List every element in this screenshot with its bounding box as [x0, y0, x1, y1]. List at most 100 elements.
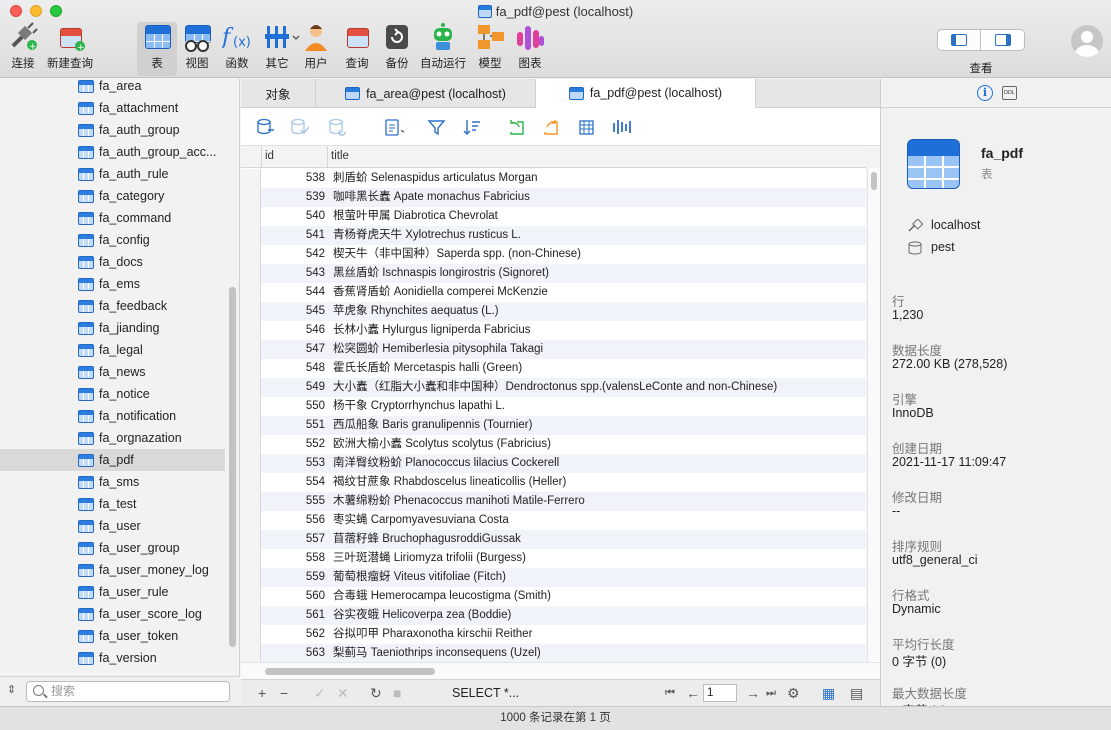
table-row[interactable]: 551 西瓜船象 Baris granulipennis (Tournier) [241, 416, 866, 435]
row-selector[interactable] [241, 397, 261, 416]
sidebar-table-item[interactable]: fa_test [0, 493, 225, 515]
sidebar-table-item[interactable]: fa_legal [0, 339, 225, 361]
table-row[interactable]: 540 根萤叶甲属 Diabrotica Chevrolat [241, 207, 866, 226]
info-icon[interactable]: i [977, 85, 993, 101]
rollback-icon[interactable] [328, 118, 348, 136]
cell-id[interactable]: 558 [261, 549, 327, 568]
next-page-button[interactable]: → [746, 685, 760, 701]
cell-id[interactable]: 543 [261, 264, 327, 283]
table-row[interactable]: 560 合毒蛾 Hemerocampa leucostigma (Smith) [241, 587, 866, 606]
cell-title[interactable]: 苹虎象 Rhynchites aequatus (L.) [333, 302, 499, 321]
cell-id[interactable]: 538 [261, 169, 327, 188]
cell-id[interactable]: 546 [261, 321, 327, 340]
cell-title[interactable]: 谷拟叩甲 Pharaxonotha kirschii Reither [333, 625, 532, 644]
cell-title[interactable]: 西瓜船象 Baris granulipennis (Tournier) [333, 416, 532, 435]
stop-icon[interactable]: ■ [393, 685, 401, 701]
toolbar-function-button[interactable]: f (x) 函数 [220, 22, 254, 76]
table-row[interactable]: 547 松突圆蚧 Hemiberlesia pitysophila Takagi [241, 340, 866, 359]
table-row[interactable]: 563 梨蓟马 Taeniothrips inconsequens (Uzel) [241, 644, 866, 662]
cell-title[interactable]: 霍氏长盾蚧 Mercetaspis halli (Green) [333, 359, 522, 378]
table-row[interactable]: 549 大小蠹（红脂大小蠹和非中国种）Dendroctonus spp.(vale… [241, 378, 866, 397]
cell-id[interactable]: 552 [261, 435, 327, 454]
row-selector[interactable] [241, 549, 261, 568]
row-selector[interactable] [241, 226, 261, 245]
cell-title[interactable]: 楔天牛（非中国种）Saperda spp. (non-Chinese) [333, 245, 581, 264]
toolbar-backup-button[interactable]: 备份 [381, 22, 413, 76]
cell-id[interactable]: 555 [261, 492, 327, 511]
row-selector[interactable] [241, 625, 261, 644]
cell-id[interactable]: 544 [261, 283, 327, 302]
gear-icon[interactable]: ⚙ [787, 685, 800, 701]
cell-title[interactable]: 根萤叶甲属 Diabrotica Chevrolat [333, 207, 498, 226]
export-icon[interactable] [541, 118, 561, 136]
toggle-sidebar-button[interactable] [937, 29, 981, 51]
cell-title[interactable]: 南洋臀纹粉蚧 Planococcus lilacius Cockerell [333, 454, 559, 473]
row-selector[interactable] [241, 359, 261, 378]
cell-id[interactable]: 548 [261, 359, 327, 378]
delete-record-button[interactable]: − [280, 685, 288, 701]
sidebar-table-item[interactable]: fa_pdf [0, 449, 225, 471]
sidebar-table-item[interactable]: fa_auth_group [0, 119, 225, 141]
row-selector[interactable] [241, 207, 261, 226]
toolbar-query-button[interactable]: 查询 [341, 22, 373, 76]
toolbar-table-button[interactable]: 表 [137, 22, 177, 76]
sidebar-table-item[interactable]: fa_category [0, 185, 225, 207]
cell-title[interactable]: 褐纹甘蔗象 Rhabdoscelus lineaticollis (Heller… [333, 473, 566, 492]
data-generate-icon[interactable] [577, 118, 597, 136]
table-row[interactable]: 556 枣实蝇 Carpomyavesuviana Costa [241, 511, 866, 530]
grid-horizontal-scrollbar[interactable] [241, 662, 880, 679]
cell-id[interactable]: 557 [261, 530, 327, 549]
row-selector[interactable] [241, 568, 261, 587]
table-row[interactable]: 562 谷拟叩甲 Pharaxonotha kirschii Reither [241, 625, 866, 644]
chart-bars-icon[interactable] [611, 118, 631, 136]
toolbar-user-button[interactable]: 用户 [300, 22, 332, 76]
sidebar-table-item[interactable]: fa_command [0, 207, 225, 229]
cell-id[interactable]: 562 [261, 625, 327, 644]
sidebar-table-item[interactable]: fa_config [0, 229, 225, 251]
cell-id[interactable]: 551 [261, 416, 327, 435]
toolbar-new-query-button[interactable]: + 新建查询 [46, 22, 94, 76]
apply-changes-button[interactable]: ✓ [314, 685, 326, 701]
table-row[interactable]: 538 刺盾蚧 Selenaspidus articulatus Morgan [241, 169, 866, 188]
sidebar-table-item[interactable]: fa_orgnazation [0, 427, 225, 449]
first-page-button[interactable]: ⏮ [665, 685, 675, 701]
row-selector[interactable] [241, 340, 261, 359]
grid-view-icon[interactable]: ▦ [822, 685, 835, 701]
table-row[interactable]: 544 香蕉肾盾蚧 Aonidiella comperei McKenzie [241, 283, 866, 302]
sidebar-table-item[interactable]: fa_ems [0, 273, 225, 295]
tab-fa-pdf[interactable]: fa_pdf@pest (localhost) [536, 79, 756, 108]
row-selector[interactable] [241, 435, 261, 454]
cell-title[interactable]: 青杨脊虎天牛 Xylotrechus rusticus L. [333, 226, 521, 245]
toolbar-chart-button[interactable]: 图表 [514, 22, 546, 76]
cell-id[interactable]: 550 [261, 397, 327, 416]
row-selector[interactable] [241, 530, 261, 549]
sql-preview[interactable]: SELECT *... [452, 685, 519, 701]
cell-id[interactable]: 541 [261, 226, 327, 245]
row-selector[interactable] [241, 416, 261, 435]
last-page-button[interactable]: ⏭ [766, 685, 776, 701]
table-row[interactable]: 552 欧洲大榆小蠹 Scolytus scolytus (Fabricius) [241, 435, 866, 454]
toolbar-model-button[interactable]: 模型 [474, 22, 506, 76]
sidebar-table-item[interactable]: fa_feedback [0, 295, 225, 317]
cell-id[interactable]: 549 [261, 378, 327, 397]
tab-objects[interactable]: 对象 [241, 79, 316, 108]
row-selector[interactable] [241, 606, 261, 625]
commit-icon[interactable] [290, 118, 310, 136]
cell-id[interactable]: 545 [261, 302, 327, 321]
sidebar-table-item[interactable]: fa_user_money_log [0, 559, 225, 581]
cell-id[interactable]: 542 [261, 245, 327, 264]
cell-id[interactable]: 563 [261, 644, 327, 662]
toggle-info-panel-button[interactable] [981, 29, 1025, 51]
sidebar-table-item[interactable]: fa_version [0, 647, 225, 669]
cell-title[interactable]: 葡萄根瘤蚜 Viteus vitifoliae (Fitch) [333, 568, 506, 587]
discard-changes-button[interactable]: ✕ [337, 685, 349, 701]
cell-title[interactable]: 三叶斑潜蝇 Liriomyza trifolii (Burgess) [333, 549, 526, 568]
toolbar-automation-button[interactable]: 自动运行 [420, 22, 466, 76]
table-row[interactable]: 546 长林小蠹 Hylurgus ligniperda Fabricius [241, 321, 866, 340]
filter-icon[interactable] [427, 118, 447, 136]
row-selector[interactable] [241, 264, 261, 283]
column-header-id[interactable]: id [261, 146, 327, 168]
table-row[interactable]: 550 杨干象 Cryptorrhynchus lapathi L. [241, 397, 866, 416]
ddl-icon[interactable]: DDL [1002, 86, 1017, 100]
cell-title[interactable]: 咖啡黑长蠹 Apate monachus Fabricius [333, 188, 530, 207]
